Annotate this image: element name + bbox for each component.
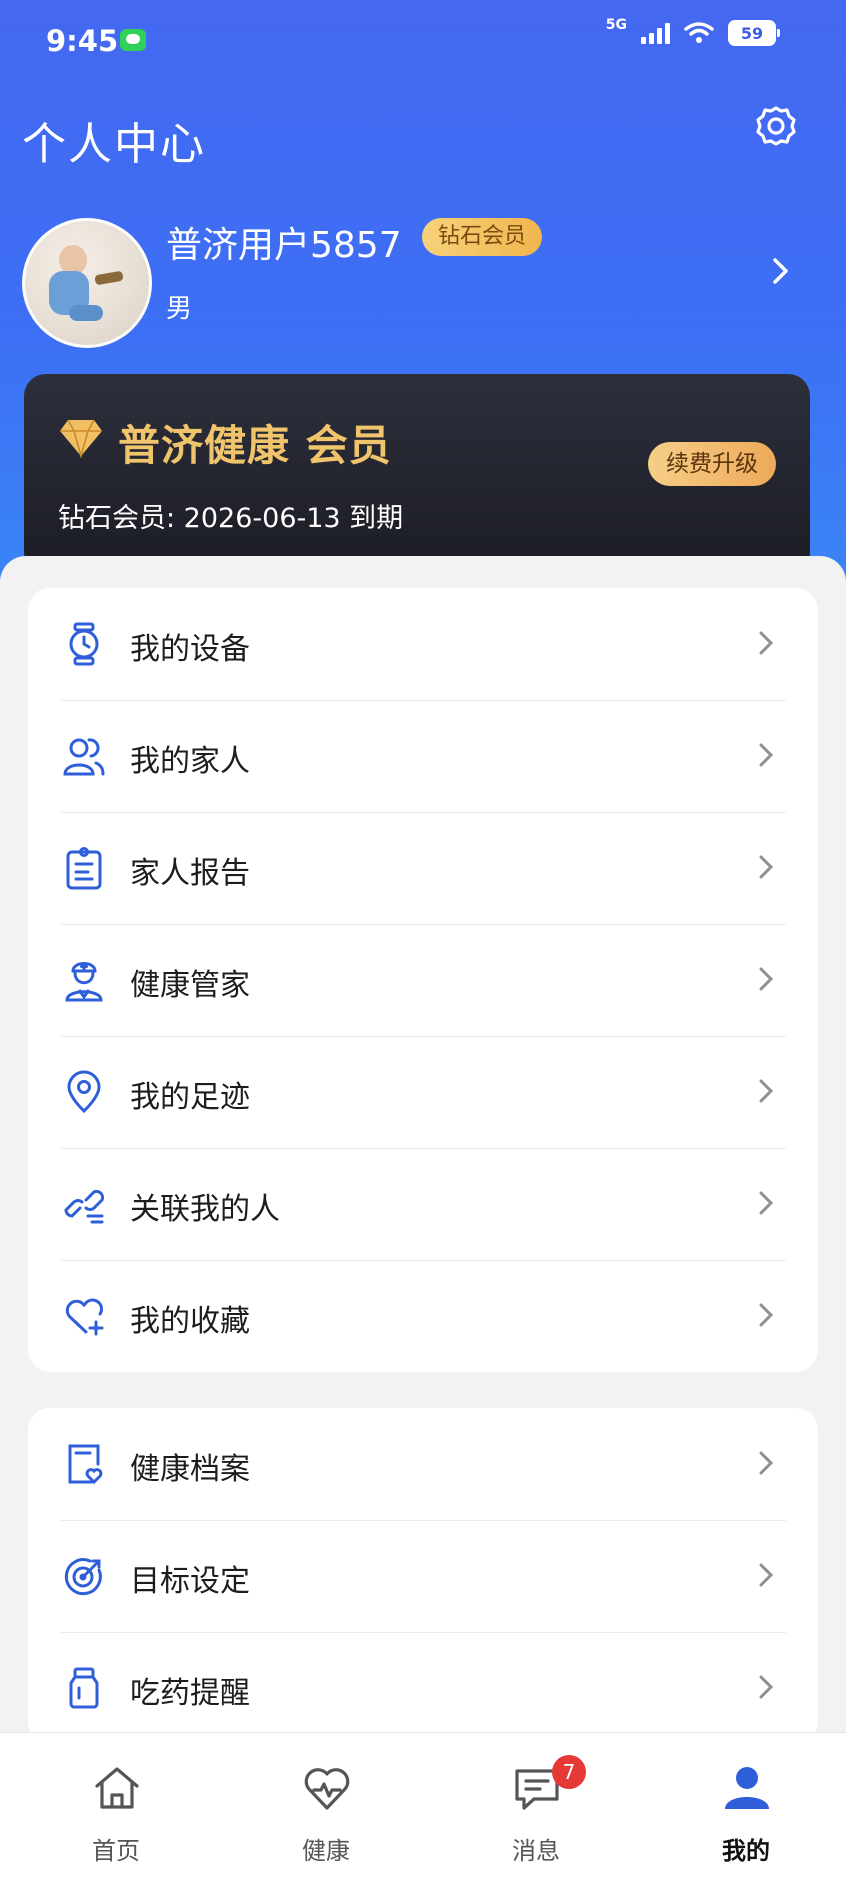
link-icon [64,1189,105,1224]
network-type: 5G [605,17,627,33]
target-icon [64,1558,102,1596]
menu-item-health-butler[interactable]: 健康管家 [28,924,818,1036]
menu-item-goal-setting[interactable]: 目标设定 [28,1520,818,1632]
menu-item-my-footprints[interactable]: 我的足迹 [28,1036,818,1148]
menu-label: 我的收藏 [130,1304,250,1339]
nav-label: 消息 [512,1837,560,1865]
menu-item-my-favorites[interactable]: 我的收藏 [28,1260,818,1372]
doctor-icon [65,962,103,1002]
menu-item-medication-reminder[interactable]: 吃药提醒 [28,1632,818,1744]
nav-messages[interactable]: 7 消息 [456,1733,616,1882]
chevron-right-icon [759,967,774,991]
wifi-icon [684,22,714,43]
battery-level: 59 [740,23,764,43]
chevron-right-icon [759,1451,774,1475]
menu-label: 关联我的人 [130,1192,280,1227]
menu-card-primary: 我的设备 我的家人 家人报告 健康管家 我的足迹 关联我的人 我的收藏 [28,588,818,1372]
chevron-right-icon [759,1079,774,1103]
location-pin-icon [67,1070,101,1114]
menu-label: 家人报告 [130,856,250,891]
watch-icon [69,622,99,666]
menu-label: 我的足迹 [130,1080,250,1115]
menu-label: 我的家人 [130,744,250,779]
content-sheet: 我的设备 我的家人 家人报告 健康管家 我的足迹 关联我的人 我的收藏 健康档案… [0,556,846,1881]
home-icon [95,1767,139,1809]
pill-bottle-icon [69,1667,99,1709]
nav-label: 健康 [302,1837,350,1865]
menu-label: 健康档案 [130,1452,250,1487]
chevron-right-icon [759,1563,774,1587]
clipboard-icon [66,847,102,890]
menu-item-my-family[interactable]: 我的家人 [28,700,818,812]
menu-item-family-report[interactable]: 家人报告 [28,812,818,924]
chevron-right-icon [759,855,774,879]
heart-plus-icon [65,1298,104,1336]
menu-label: 吃药提醒 [130,1676,250,1711]
user-icon [725,1767,769,1809]
signal-icon [641,22,670,44]
chevron-right-icon[interactable] [770,256,792,286]
family-icon [63,738,105,776]
menu-label: 目标设定 [130,1564,250,1599]
membership-card[interactable]: 普济健康 会员 钻石会员: 2026-06-13 到期 续费升级 [24,374,810,574]
avatar[interactable] [22,218,152,348]
gender-label: 男 [166,294,193,324]
bottom-navigation: 首页 健康 7 消息 我的 [0,1732,846,1882]
battery-indicator: 59 [728,20,780,46]
nav-home[interactable]: 首页 [36,1733,196,1882]
chevron-right-icon [759,631,774,655]
nav-health[interactable]: 健康 [246,1733,406,1882]
nav-label: 首页 [92,1837,140,1865]
menu-card-secondary: 健康档案 目标设定 吃药提醒 [28,1408,818,1744]
chevron-right-icon [759,743,774,767]
renew-upgrade-button[interactable]: 续费升级 [648,442,776,486]
membership-title: 普济健康 会员 [118,421,392,470]
chevron-right-icon [759,1191,774,1215]
chevron-right-icon [759,1303,774,1327]
nav-label: 我的 [722,1837,770,1865]
settings-gear-icon[interactable] [752,104,800,152]
status-time: 9:45 [46,24,119,58]
menu-item-my-devices[interactable]: 我的设备 [28,588,818,700]
diamond-icon [60,419,102,458]
heart-pulse-icon [304,1768,350,1810]
status-bar: 9:45 5G 59 [0,0,846,80]
chevron-right-icon [759,1675,774,1699]
unread-badge: 7 [552,1755,586,1789]
membership-expiry: 钻石会员: 2026-06-13 到期 [58,503,404,534]
menu-label: 健康管家 [130,968,250,1003]
menu-item-linked-people[interactable]: 关联我的人 [28,1148,818,1260]
username[interactable]: 普济用户5857 [166,216,402,268]
health-file-icon [68,1444,103,1485]
nav-me[interactable]: 我的 [666,1733,826,1882]
menu-item-health-records[interactable]: 健康档案 [28,1408,818,1520]
membership-badge: 钻石会员 [422,218,543,256]
messages-notification-icon [120,29,146,51]
page-title: 个人中心 [22,119,206,170]
menu-label: 我的设备 [130,632,250,667]
